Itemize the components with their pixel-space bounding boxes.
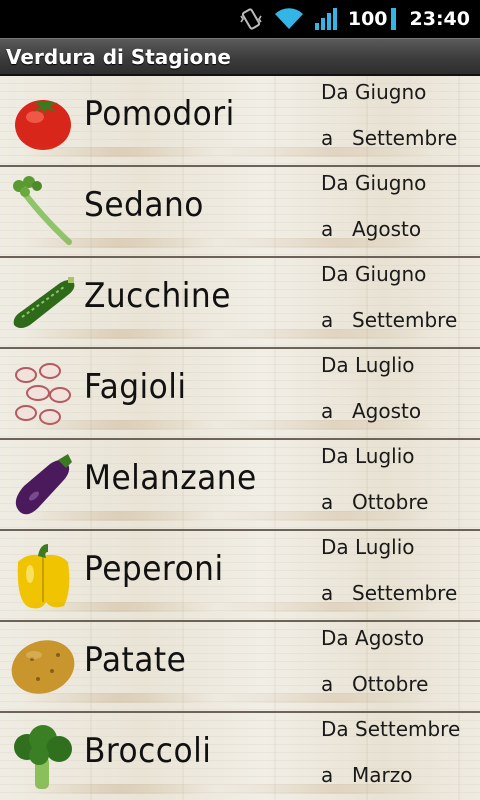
season-end-prefix: a xyxy=(321,763,334,787)
battery-level: 100 xyxy=(347,8,388,30)
season-end: Settembre xyxy=(352,308,458,332)
vegetable-name: Broccoli xyxy=(84,731,212,771)
season-start: Da Luglio xyxy=(321,535,415,559)
list-item[interactable]: Zucchine Da Giugno a Settembre xyxy=(0,258,480,349)
list-item[interactable]: Melanzane Da Luglio a Ottobre xyxy=(0,440,480,531)
list-item[interactable]: Broccoli Da Settembre a Marzo xyxy=(0,713,480,800)
vegetable-name: Pomodori xyxy=(84,94,235,134)
pepper-icon xyxy=(6,537,80,615)
list-item[interactable]: Peperoni Da Luglio a Settembre xyxy=(0,531,480,622)
season-end: Ottobre xyxy=(352,672,429,696)
vibrate-icon xyxy=(238,7,264,31)
list-item[interactable]: Sedano Da Giugno a Agosto xyxy=(0,167,480,258)
title-bar: Verdura di Stagione xyxy=(0,38,480,76)
season-start: Da Giugno xyxy=(321,80,427,104)
season-start: Da Luglio xyxy=(321,353,415,377)
season-end: Agosto xyxy=(352,217,422,241)
tomato-icon xyxy=(6,82,80,160)
vegetable-name: Melanzane xyxy=(84,458,257,498)
battery-icon xyxy=(390,8,396,30)
beans-icon xyxy=(6,355,80,433)
list-item[interactable]: Pomodori Da Giugno a Settembre xyxy=(0,76,480,167)
season-end-prefix: a xyxy=(321,126,334,150)
zucchini-icon xyxy=(6,264,80,342)
list-item[interactable]: Fagioli Da Luglio a Agosto xyxy=(0,349,480,440)
vegetable-name: Sedano xyxy=(84,185,204,225)
season-end: Agosto xyxy=(352,399,422,423)
season-end-prefix: a xyxy=(321,308,334,332)
season-start: Da Giugno xyxy=(321,262,427,286)
season-start: Da Luglio xyxy=(321,444,415,468)
celery-icon xyxy=(6,173,80,251)
season-end-prefix: a xyxy=(321,490,334,514)
status-bar: 100 23:40 xyxy=(0,0,480,38)
season-end: Ottobre xyxy=(352,490,429,514)
season-start: Da Agosto xyxy=(321,626,425,650)
list-item[interactable]: Patate Da Agosto a Ottobre xyxy=(0,622,480,713)
season-end-prefix: a xyxy=(321,672,334,696)
eggplant-icon xyxy=(6,446,80,524)
app-title: Verdura di Stagione xyxy=(6,44,231,69)
broccoli-icon xyxy=(6,719,80,797)
vegetable-name: Zucchine xyxy=(84,276,231,316)
vegetable-list[interactable]: Pomodori Da Giugno a Settembre Sedano Da… xyxy=(0,76,480,800)
vegetable-name: Patate xyxy=(84,640,187,680)
clock: 23:40 xyxy=(409,8,470,30)
season-start: Da Settembre xyxy=(321,717,461,741)
season-end: Settembre xyxy=(352,581,458,605)
potato-icon xyxy=(6,628,80,706)
vegetable-name: Fagioli xyxy=(84,367,187,407)
season-end-prefix: a xyxy=(321,217,334,241)
battery-indicator: 100 xyxy=(348,8,396,30)
season-end: Settembre xyxy=(352,126,458,150)
season-start: Da Giugno xyxy=(321,171,427,195)
signal-icon xyxy=(314,7,338,31)
wifi-icon xyxy=(274,7,304,31)
vegetable-name: Peperoni xyxy=(84,549,224,589)
season-end-prefix: a xyxy=(321,581,334,605)
season-end-prefix: a xyxy=(321,399,334,423)
season-end: Marzo xyxy=(352,763,413,787)
